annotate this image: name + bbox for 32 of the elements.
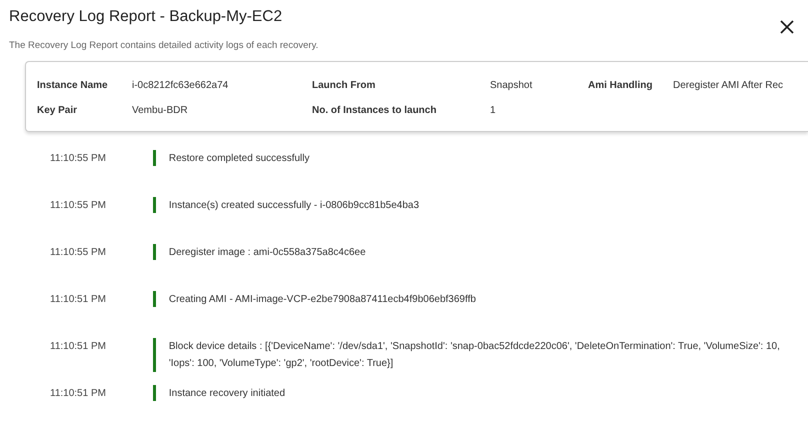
status-bar-mark [152, 385, 156, 401]
status-bar-mark [152, 244, 156, 260]
log-message: Restore completed successfully [168, 152, 310, 166]
field-label: No. of Instances to launch [312, 105, 438, 117]
log-time: 11:10:55 PM [50, 246, 107, 260]
field-label: Instance Name [37, 80, 109, 92]
log-message: Creating AMI - AMI-image-VCP-e2be7908a87411ecb4f9b06ebf369ffb [168, 293, 477, 307]
field-value: Deregister AMI After Rec [673, 80, 784, 92]
field-label: Key Pair [37, 105, 78, 117]
field-value: i-0c8212fc63e662a74 [132, 80, 230, 92]
log-time: 11:10:51 PM [50, 387, 107, 401]
dialog-description: The Recovery Log Report contains detailed activity logs of each recovery. [9, 40, 320, 51]
dialog-title: Recovery Log Report - Backup-My-EC2 [9, 8, 282, 26]
log-message: Block device details : [{'DeviceName': '/dev/sda1', 'SnapshotId': 'snap-0bac52fdcde220c06', 'DeleteOnTermination': True, 'VolumeSize': 10, 'Iops': 100, 'VolumeType': 'gp2', 'rootDevice': True}] [168, 340, 781, 371]
log-message: Instance(s) created successfully - i-0806b9cc81b5e4ba3 [168, 199, 420, 213]
field-value: 1 [490, 105, 497, 117]
field-label: Ami Handling [588, 80, 654, 92]
log-message: Deregister image : ami-0c558a375a8c4c6ee [168, 246, 367, 260]
status-bar-mark [152, 197, 156, 213]
log-time: 11:10:51 PM [50, 293, 107, 307]
field-value: Snapshot [490, 80, 534, 92]
log-time: 11:10:55 PM [50, 199, 107, 213]
status-bar-mark [152, 150, 156, 166]
field-value: Vembu-BDR [132, 105, 189, 117]
close-icon [780, 20, 794, 34]
log-message: Instance recovery initiated [168, 387, 286, 401]
status-bar-mark [152, 338, 156, 372]
field-label: Launch From [312, 80, 376, 92]
log-time: 11:10:51 PM [50, 340, 107, 354]
log-time: 11:10:55 PM [50, 152, 107, 166]
close-button[interactable] [780, 20, 794, 34]
status-bar-mark [152, 291, 156, 307]
